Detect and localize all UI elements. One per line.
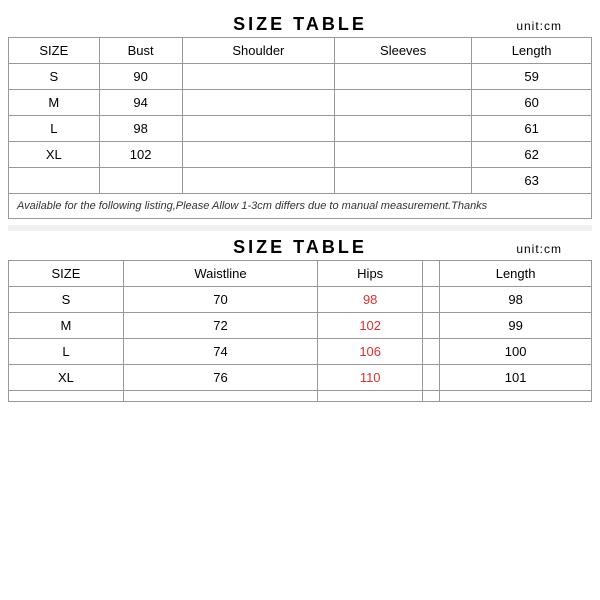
table-cell: M xyxy=(9,90,100,116)
table-cell: 98 xyxy=(440,287,592,313)
table-row: M94 60 xyxy=(9,90,592,116)
table-cell: 63 xyxy=(472,168,592,194)
table-cell xyxy=(423,287,440,313)
size-table-2: SIZE Waistline Hips Length S709898M72102… xyxy=(8,260,592,402)
table-cell: 90 xyxy=(99,64,182,90)
table-cell xyxy=(182,90,335,116)
table-cell xyxy=(335,168,472,194)
table-cell: 101 xyxy=(440,365,592,391)
table2-header-row: SIZE Waistline Hips Length xyxy=(9,261,592,287)
table-cell xyxy=(123,391,317,402)
col-sleeves: Sleeves xyxy=(335,38,472,64)
table-row: S90 59 xyxy=(9,64,592,90)
col2-size: SIZE xyxy=(9,261,124,287)
table-cell xyxy=(423,365,440,391)
table-cell: XL xyxy=(9,365,124,391)
table-cell: 70 xyxy=(123,287,317,313)
table-cell: 59 xyxy=(472,64,592,90)
table-cell xyxy=(423,339,440,365)
table-cell xyxy=(335,116,472,142)
table-row: 63 xyxy=(9,168,592,194)
table-cell xyxy=(182,168,335,194)
table-row: S709898 xyxy=(9,287,592,313)
col-shoulder: Shoulder xyxy=(182,38,335,64)
table-cell: 62 xyxy=(472,142,592,168)
table-row: L98 61 xyxy=(9,116,592,142)
col2-waistline: Waistline xyxy=(123,261,317,287)
col-size: SIZE xyxy=(9,38,100,64)
table-cell xyxy=(182,142,335,168)
table-row xyxy=(9,391,592,402)
table-cell xyxy=(318,391,423,402)
col-length: Length xyxy=(472,38,592,64)
table-cell xyxy=(9,168,100,194)
table-row: M72102 99 xyxy=(9,313,592,339)
table-row: XL102 62 xyxy=(9,142,592,168)
table-cell: 94 xyxy=(99,90,182,116)
table-cell xyxy=(99,168,182,194)
table-cell xyxy=(9,391,124,402)
table1-title-text: SIZE TABLE xyxy=(233,14,367,34)
col2-hips: Hips xyxy=(318,261,423,287)
table-cell xyxy=(335,142,472,168)
table2-unit: unit:cm xyxy=(516,242,562,256)
table-row: L74106 100 xyxy=(9,339,592,365)
table1-unit: unit:cm xyxy=(516,19,562,33)
page: SIZE TABLE unit:cm SIZE Bust Shoulder Sl… xyxy=(0,0,600,600)
table-cell: 61 xyxy=(472,116,592,142)
table-cell: 98 xyxy=(318,287,423,313)
note-row: Available for the following listing,Plea… xyxy=(9,194,592,219)
table-cell: 74 xyxy=(123,339,317,365)
table-cell: XL xyxy=(9,142,100,168)
table-cell xyxy=(440,391,592,402)
table-cell xyxy=(423,391,440,402)
table2-title-text: SIZE TABLE xyxy=(233,237,367,257)
table-cell: 72 xyxy=(123,313,317,339)
table1-header-row: SIZE Bust Shoulder Sleeves Length xyxy=(9,38,592,64)
note-text: Available for the following listing,Plea… xyxy=(9,194,592,219)
col2-length: Length xyxy=(440,261,592,287)
table-cell: 106 xyxy=(318,339,423,365)
table1-title: SIZE TABLE unit:cm xyxy=(8,8,592,37)
table-cell: S xyxy=(9,287,124,313)
table-cell: 98 xyxy=(99,116,182,142)
table-cell: 60 xyxy=(472,90,592,116)
table2-title: SIZE TABLE unit:cm xyxy=(8,231,592,260)
table-cell xyxy=(182,64,335,90)
col-bust: Bust xyxy=(99,38,182,64)
table2-section: SIZE TABLE unit:cm SIZE Waistline Hips L… xyxy=(8,231,592,402)
table-cell: M xyxy=(9,313,124,339)
table-cell xyxy=(182,116,335,142)
table-cell: 100 xyxy=(440,339,592,365)
table-cell: 76 xyxy=(123,365,317,391)
table-cell xyxy=(335,64,472,90)
table-cell: 110 xyxy=(318,365,423,391)
table-cell xyxy=(335,90,472,116)
table-cell: L xyxy=(9,339,124,365)
table-cell xyxy=(423,313,440,339)
size-table-1: SIZE Bust Shoulder Sleeves Length S9059M… xyxy=(8,37,592,219)
table-cell: L xyxy=(9,116,100,142)
table-row: XL76110 101 xyxy=(9,365,592,391)
table-cell: S xyxy=(9,64,100,90)
table-cell: 102 xyxy=(99,142,182,168)
table1-section: SIZE TABLE unit:cm SIZE Bust Shoulder Sl… xyxy=(8,8,592,219)
table-cell: 99 xyxy=(440,313,592,339)
col2-empty xyxy=(423,261,440,287)
table-cell: 102 xyxy=(318,313,423,339)
